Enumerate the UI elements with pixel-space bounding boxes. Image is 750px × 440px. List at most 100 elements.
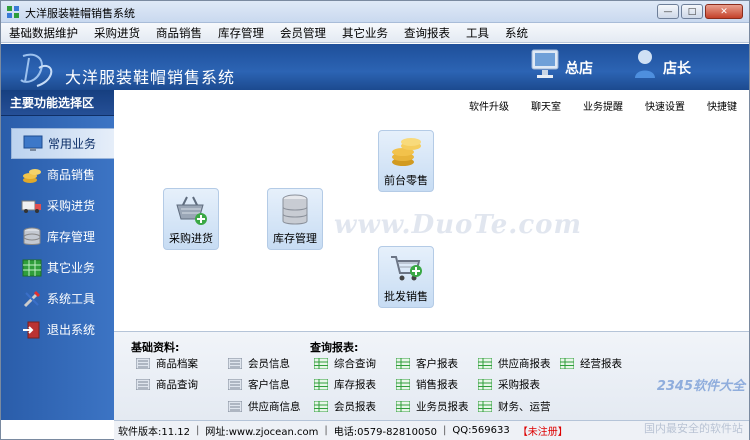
table-icon <box>396 379 410 390</box>
basic-data-title: 基础资料: <box>131 341 180 354</box>
menu-other[interactable]: 其它业务 <box>334 23 396 43</box>
sidebar-item-exit[interactable]: 退出系统 <box>1 314 114 345</box>
tile-wholesale[interactable]: 批发销售 <box>378 246 434 308</box>
status-bar: 软件版本:11.12 | 网址:www.zjocean.com | 电话:057… <box>114 420 749 440</box>
truck-icon <box>21 195 43 217</box>
supplier-info-link[interactable]: 供应商信息 <box>228 399 301 414</box>
business-report-link[interactable]: 经营报表 <box>560 356 622 371</box>
member-report-link[interactable]: 会员报表 <box>314 399 376 414</box>
bottom-shortcuts: 基础资料: 查询报表: 商品档案 商品查询 会员信息 客户信息 供应商信息 综合… <box>114 331 749 420</box>
general-query-link[interactable]: 综合查询 <box>314 356 376 371</box>
shortcut-keys-link[interactable]: 快捷键 <box>707 98 737 113</box>
purchase-report-link[interactable]: 采购报表 <box>478 377 540 392</box>
gold-coins-icon <box>392 138 421 166</box>
maximize-button[interactable]: □ <box>681 4 703 19</box>
product-file-link[interactable]: 商品档案 <box>136 356 198 371</box>
tile-label: 批发销售 <box>384 290 428 303</box>
menu-bar: 基础数据维护 采购进货 商品销售 库存管理 会员管理 其它业务 查询报表 工具 … <box>1 23 749 43</box>
app-icon <box>7 6 19 18</box>
sidebar-item-purchase[interactable]: 采购进货 <box>1 190 114 221</box>
minimize-button[interactable]: — <box>657 4 679 19</box>
tile-wholesale-box: 批发销售 <box>378 246 434 308</box>
status-registration[interactable]: 【未注册】 <box>518 423 568 438</box>
table-icon <box>314 358 328 369</box>
logo-icon <box>20 53 53 87</box>
database-icon <box>21 226 43 248</box>
title-bar: 大洋服装鞋帽销售系统 — □ ✕ <box>1 1 749 23</box>
link-label: 业务员报表 <box>416 401 469 413</box>
tile-retail-box: 前台零售 <box>378 130 434 192</box>
menu-system[interactable]: 系统 <box>497 23 536 43</box>
brand-watermark: 2345软件大全 <box>656 379 745 394</box>
sidebar-item-label: 库存管理 <box>47 230 96 244</box>
link-label: 经营报表 <box>580 358 622 370</box>
supplier-report-link[interactable]: 供应商报表 <box>478 356 551 371</box>
link-label: 供应商报表 <box>498 358 551 370</box>
sidebar-item-label: 其它业务 <box>47 261 96 275</box>
menu-sales[interactable]: 商品销售 <box>148 23 210 43</box>
menu-tools[interactable]: 工具 <box>458 23 497 43</box>
sidebar-item-label: 常用业务 <box>48 137 97 151</box>
menu-member[interactable]: 会员管理 <box>272 23 334 43</box>
link-label: 商品档案 <box>156 358 198 370</box>
sidebar-nav: 常用业务 商品销售 采购进货 库存管理 其它业务 系统工具 退出系统 <box>1 128 114 345</box>
tools-icon <box>21 288 43 310</box>
tile-label: 采购进货 <box>169 232 213 245</box>
sidebar-item-tools[interactable]: 系统工具 <box>1 283 114 314</box>
inventory-report-link[interactable]: 库存报表 <box>314 377 376 392</box>
product-query-link[interactable]: 商品查询 <box>136 377 198 392</box>
customer-report-link[interactable]: 客户报表 <box>396 356 458 371</box>
list-icon <box>136 379 150 390</box>
menu-purchase[interactable]: 采购进货 <box>86 23 148 43</box>
status-phone: 电话:0579-82810050 <box>333 427 438 438</box>
store-name: 总店 <box>565 61 593 77</box>
member-info-link[interactable]: 会员信息 <box>228 356 290 371</box>
tile-inventory[interactable]: 库存管理 <box>267 188 323 250</box>
grid-icon <box>21 257 43 279</box>
tile-retail[interactable]: 前台零售 <box>378 130 434 192</box>
sidebar-item-inventory[interactable]: 库存管理 <box>1 221 114 252</box>
table-icon <box>314 379 328 390</box>
link-label: 会员信息 <box>248 358 290 370</box>
window-title: 大洋服装鞋帽销售系统 <box>25 7 135 20</box>
user-role: 店长 <box>663 61 691 77</box>
status-qq: QQ:569633 <box>452 425 510 436</box>
store-info: 总店 <box>531 48 593 80</box>
sidebar-item-common[interactable]: 常用业务 <box>11 128 114 159</box>
exit-icon <box>21 319 43 341</box>
tile-purchase[interactable]: 采购进货 <box>163 188 219 250</box>
quick-settings-link[interactable]: 快速设置 <box>645 98 685 113</box>
list-icon <box>136 358 150 369</box>
quick-links: 软件升级 聊天室 业务提醒 快速设置 快捷键 <box>447 98 737 113</box>
table-icon <box>478 358 492 369</box>
link-label: 供应商信息 <box>248 401 301 413</box>
sidebar-item-other[interactable]: 其它业务 <box>1 252 114 283</box>
monitor-icon <box>22 133 44 155</box>
sidebar-item-label: 采购进货 <box>47 199 96 213</box>
close-button[interactable]: ✕ <box>705 4 743 19</box>
finance-operations-link[interactable]: 财务、运营 <box>478 399 551 414</box>
link-label: 客户信息 <box>248 379 290 391</box>
menu-basic-data[interactable]: 基础数据维护 <box>1 23 86 43</box>
business-reminder-link[interactable]: 业务提醒 <box>583 98 623 113</box>
header-banner: 大洋服装鞋帽销售系统 总店 店长 <box>1 44 749 90</box>
salesperson-report-link[interactable]: 业务员报表 <box>396 399 469 414</box>
sidebar-item-sales[interactable]: 商品销售 <box>1 159 114 190</box>
link-label: 商品查询 <box>156 379 198 391</box>
status-website: 网址:www.zjocean.com <box>205 427 319 438</box>
customer-info-link[interactable]: 客户信息 <box>228 377 290 392</box>
user-info: 店长 <box>633 48 691 80</box>
brand-subtitle: 国内最安全的软件站 <box>644 422 743 435</box>
link-label: 会员报表 <box>334 401 376 413</box>
sales-report-link[interactable]: 销售报表 <box>396 377 458 392</box>
link-label: 客户报表 <box>416 358 458 370</box>
software-upgrade-link[interactable]: 软件升级 <box>469 98 509 113</box>
link-label: 库存报表 <box>334 379 376 391</box>
chatroom-link[interactable]: 聊天室 <box>531 98 561 113</box>
menu-inventory[interactable]: 库存管理 <box>210 23 272 43</box>
menu-reports[interactable]: 查询报表 <box>396 23 458 43</box>
link-label: 财务、运营 <box>498 401 551 413</box>
link-label: 综合查询 <box>334 358 376 370</box>
watermark: www.DuoTe.com <box>334 210 583 240</box>
table-icon <box>560 358 574 369</box>
